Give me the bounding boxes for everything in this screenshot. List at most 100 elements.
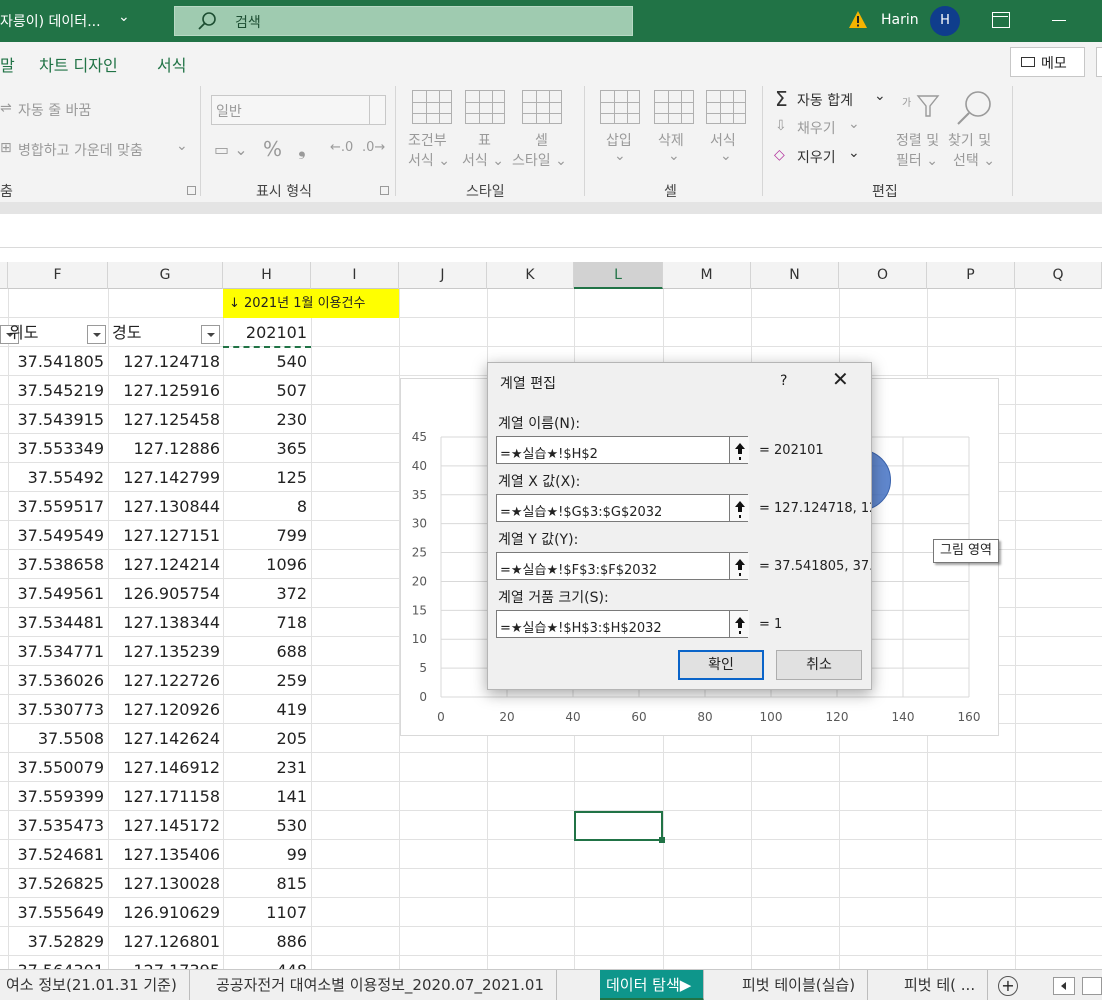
cancel-button[interactable]: 취소 [776, 650, 862, 680]
column-header-p[interactable]: P [927, 262, 1015, 289]
count-cell[interactable]: 718 [223, 608, 307, 637]
latitude-header[interactable]: 위도 [9, 318, 38, 347]
chevron-down-icon[interactable]: ⌄ [874, 88, 886, 104]
latitude-cell[interactable]: 37.553349 [8, 434, 104, 463]
count-cell[interactable]: 230 [223, 405, 307, 434]
formula-bar[interactable] [0, 214, 1102, 248]
longitude-cell[interactable]: 127.142624 [108, 724, 220, 753]
sheet-tab[interactable]: 피벗 테이블(실습) [736, 970, 869, 1000]
count-cell[interactable]: 99 [223, 840, 307, 869]
latitude-cell[interactable]: 37.550079 [8, 753, 104, 782]
scroll-left-icon[interactable] [1053, 977, 1075, 995]
count-cell[interactable]: 205 [223, 724, 307, 753]
count-cell[interactable]: 259 [223, 666, 307, 695]
warning-icon[interactable] [848, 10, 868, 30]
count-cell[interactable]: 365 [223, 434, 307, 463]
column-header-j[interactable]: J [399, 262, 487, 289]
column-header-n[interactable]: N [751, 262, 839, 289]
count-cell[interactable]: 231 [223, 753, 307, 782]
column-header-h[interactable]: H [223, 262, 311, 289]
longitude-cell[interactable]: 126.905754 [108, 579, 220, 608]
latitude-cell[interactable]: 37.526825 [8, 869, 104, 898]
format-as-table-button[interactable]: 표 [478, 130, 491, 150]
column-header-m[interactable]: M [663, 262, 751, 289]
sheet-tab-active[interactable]: 데이터 탐색▶ [600, 970, 705, 1000]
count-cell[interactable]: 141 [223, 782, 307, 811]
latitude-cell[interactable]: 37.541805 [8, 347, 104, 376]
count-cell[interactable]: 540 [223, 347, 307, 376]
delete-cells-button[interactable]: 삭제 [658, 130, 684, 150]
longitude-cell[interactable]: 126.910629 [108, 898, 220, 927]
latitude-cell[interactable]: 37.55492 [8, 463, 104, 492]
decrease-decimal-icon[interactable]: .0→ [362, 140, 385, 155]
percent-icon[interactable]: % [263, 137, 282, 161]
scroll-right-button[interactable] [1082, 977, 1102, 995]
add-sheet-icon[interactable]: + [998, 976, 1018, 996]
comma-style-icon[interactable]: ❟ [298, 136, 306, 160]
clear-button[interactable]: 지우기 [797, 147, 836, 167]
memo-button[interactable]: 메모 [1010, 47, 1085, 77]
format-cells-button[interactable]: 서식 [710, 130, 736, 150]
longitude-cell[interactable]: 127.142799 [108, 463, 220, 492]
autosum-button[interactable]: 자동 합계 [797, 90, 853, 110]
latitude-cell[interactable]: 37.545219 [8, 376, 104, 405]
latitude-cell[interactable]: 37.559517 [8, 492, 104, 521]
series-x-input[interactable]: =★실습★!$G$3:$G$2032 [496, 494, 749, 522]
count-cell[interactable]: 372 [223, 579, 307, 608]
fill-button[interactable]: 채우기 [797, 118, 836, 138]
header-note-cell[interactable]: ↓ 2021년 1월 이용건수 [223, 289, 399, 318]
latitude-cell[interactable]: 37.5508 [8, 724, 104, 753]
column-header-q[interactable]: Q [1015, 262, 1102, 289]
cell-styles-button[interactable]: 셀 [535, 130, 548, 150]
sheet-tab[interactable]: 피벗 테( ... [898, 970, 989, 1000]
latitude-cell[interactable]: 37.534771 [8, 637, 104, 666]
column-header-o[interactable]: O [839, 262, 927, 289]
longitude-cell[interactable]: 127.125916 [108, 376, 220, 405]
currency-format-icon[interactable]: ▭ ⌄ [214, 140, 248, 159]
avatar[interactable]: H [930, 6, 960, 36]
filter-dropdown-icon[interactable] [87, 325, 106, 344]
share-button-partial[interactable] [1096, 47, 1102, 77]
count-cell[interactable]: 530 [223, 811, 307, 840]
active-cell[interactable] [574, 811, 665, 843]
latitude-cell[interactable]: 37.535473 [8, 811, 104, 840]
column-header-k[interactable]: K [487, 262, 574, 289]
longitude-cell[interactable]: 127.124718 [108, 347, 220, 376]
longitude-cell[interactable]: 127.135406 [108, 840, 220, 869]
latitude-cell[interactable]: 37.530773 [8, 695, 104, 724]
collapse-dialog-icon[interactable] [729, 553, 749, 579]
count-cell[interactable]: 8 [223, 492, 307, 521]
latitude-cell[interactable]: 37.538658 [8, 550, 104, 579]
column-header-partial[interactable] [0, 262, 8, 289]
count-cell[interactable]: 507 [223, 376, 307, 405]
number-format-select[interactable]: 일반 [211, 95, 386, 125]
help-icon[interactable]: ? [780, 373, 787, 389]
longitude-cell[interactable]: 127.125458 [108, 405, 220, 434]
count-cell[interactable]: 125 [223, 463, 307, 492]
longitude-cell[interactable]: 127.126801 [108, 927, 220, 956]
tab-partial[interactable]: 말 [0, 52, 15, 76]
latitude-cell[interactable]: 37.549549 [8, 521, 104, 550]
longitude-cell[interactable]: 127.171158 [108, 782, 220, 811]
latitude-cell[interactable]: 37.543915 [8, 405, 104, 434]
latitude-cell[interactable]: 37.52829 [8, 927, 104, 956]
close-icon[interactable]: ✕ [832, 369, 849, 389]
longitude-cell[interactable]: 127.124214 [108, 550, 220, 579]
longitude-cell[interactable]: 127.130028 [108, 869, 220, 898]
count-cell[interactable]: 886 [223, 927, 307, 956]
count-cell[interactable]: 688 [223, 637, 307, 666]
series-name-input[interactable]: =★실습★!$H$2 [496, 436, 749, 464]
latitude-cell[interactable]: 37.559399 [8, 782, 104, 811]
find-select-button[interactable]: 찾기 및 [948, 130, 991, 150]
insert-cells-button[interactable]: 삽입 [606, 130, 632, 150]
column-header-f[interactable]: F [8, 262, 108, 289]
tab-chart-design[interactable]: 차트 디자인 [39, 52, 118, 76]
chevron-down-icon[interactable]: ⌄ [176, 138, 188, 154]
tab-format[interactable]: 서식 [157, 52, 186, 76]
document-title[interactable]: 자릉이) 데이터... [0, 11, 101, 31]
longitude-cell[interactable]: 127.122726 [108, 666, 220, 695]
count-cell[interactable]: 799 [223, 521, 307, 550]
increase-decimal-icon[interactable]: ←.0 [330, 140, 353, 155]
user-name[interactable]: Harin [881, 12, 919, 28]
longitude-cell[interactable]: 127.12886 [108, 434, 220, 463]
